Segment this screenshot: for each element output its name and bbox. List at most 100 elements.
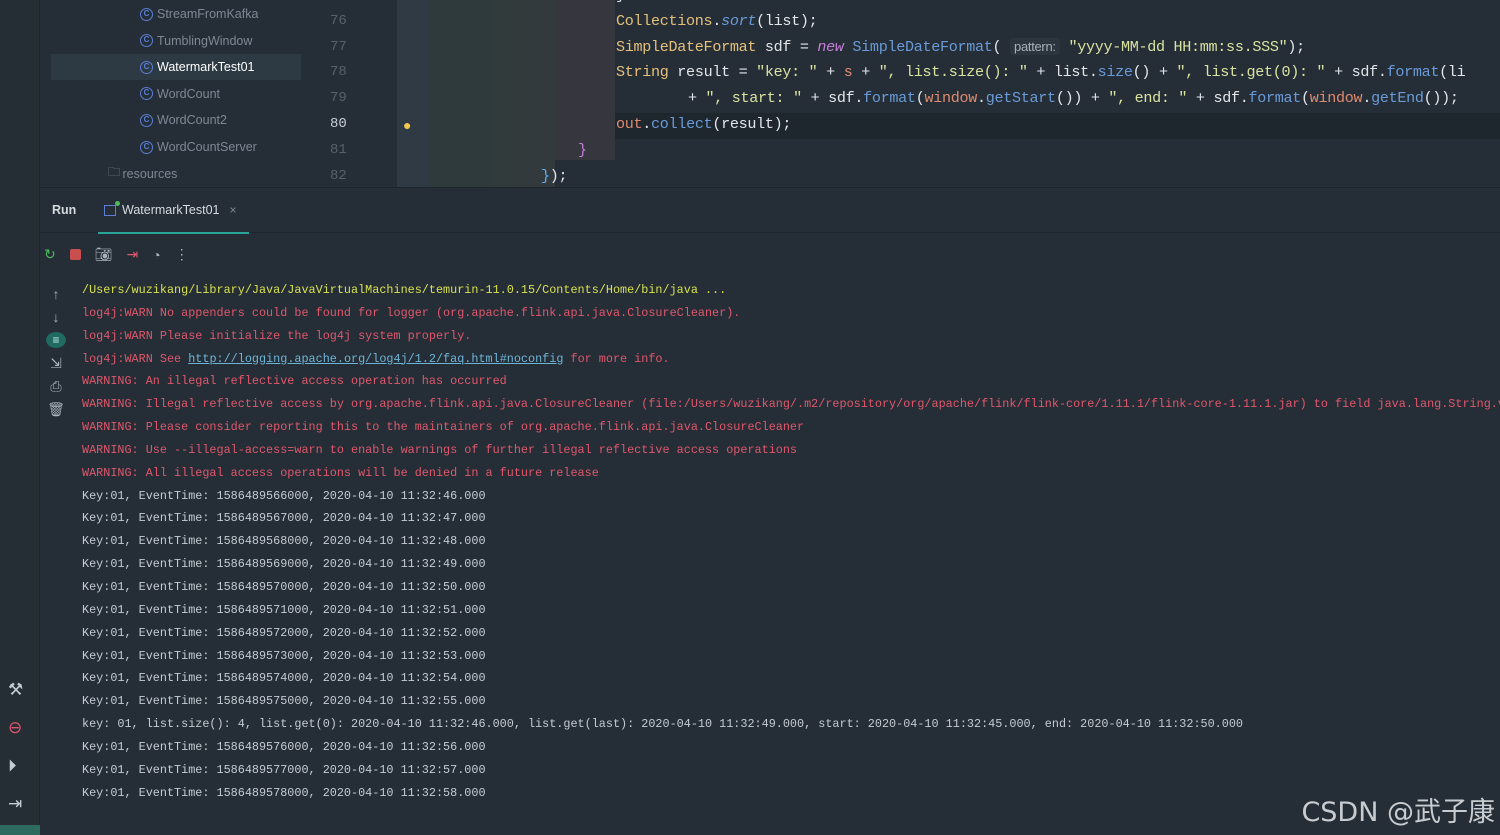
code-token: ", list.size(): " (878, 63, 1028, 82)
rerun-icon[interactable]: ↻ (44, 246, 56, 263)
code-token: } (541, 166, 550, 185)
code-token: (list); (756, 11, 818, 30)
run-tool-window-header: Run WatermarkTest01 × (40, 187, 1500, 234)
code-token: format (1386, 63, 1440, 82)
code-token: } (578, 140, 587, 159)
code-token: (li (1439, 63, 1466, 82)
code-token: . (1362, 89, 1372, 108)
code-token: ); (549, 166, 568, 185)
code-token: format (863, 89, 916, 108)
screenshot-camera-icon[interactable]: 📷︎ (95, 246, 113, 263)
code-editor[interactable]: }Collections.sort(list);SimpleDateFormat… (0, 0, 1500, 187)
console-text: Key:01, EventTime: 1586489568000, 2020-0… (82, 534, 486, 549)
code-token: out (616, 115, 643, 133)
console-text: Key:01, EventTime: 1586489576000, 2020-0… (82, 739, 486, 754)
code-token: String (616, 63, 669, 82)
console-line: Key:01, EventTime: 1586489569000, 2020-0… (82, 556, 1500, 579)
console-text: Key:01, EventTime: 1586489574000, 2020-0… (82, 671, 486, 686)
code-token: (result); (712, 115, 792, 133)
console-text: key: 01, list.size(): 4, list.get(0): 20… (82, 717, 1244, 732)
more-options-icon[interactable]: ⋮ (175, 246, 189, 263)
code-token: sort (721, 11, 757, 30)
console-text: WARNING: Use --illegal-access=warn to en… (82, 442, 798, 457)
console-line: key: 01, list.size(): 4, list.get(0): 20… (82, 716, 1500, 739)
code-line: String result = "key: " + s + ", list.si… (616, 63, 1466, 82)
soft-wrap-icon[interactable]: ≡ (46, 332, 66, 348)
services-run-icon[interactable]: ⏵ (8, 756, 23, 776)
console-text: WARNING: An illegal reflective access op… (82, 374, 507, 389)
console-line: WARNING: All illegal access operations w… (82, 465, 1500, 488)
console-text: Key:01, EventTime: 1586489578000, 2020-0… (82, 785, 486, 800)
code-token: SimpleDateFormat (852, 37, 993, 56)
console-line: Key:01, EventTime: 1586489577000, 2020-0… (82, 762, 1500, 785)
console-line: Key:01, EventTime: 1586489571000, 2020-0… (82, 602, 1500, 625)
console-text: Key:01, EventTime: 1586489573000, 2020-0… (82, 648, 486, 663)
scroll-down-icon[interactable]: ↓ (53, 309, 60, 325)
console-text: Key:01, EventTime: 1586489575000, 2020-0… (82, 694, 486, 709)
code-token: Collections (616, 11, 713, 30)
build-hammer-icon[interactable]: ⚒ (8, 680, 23, 700)
code-token: ( (1301, 89, 1310, 108)
tool-window-icons: ⚒ ⊖ ⏵ ⇥ (8, 680, 23, 814)
code-token: ", end: " (1108, 89, 1188, 108)
profiler-icon[interactable]: ⊖ (8, 718, 23, 738)
console-text: /Users/wuzikang/Library/Java/JavaVirtual… (82, 283, 727, 297)
git-commit-icon[interactable]: ⇥ (8, 794, 23, 814)
print-icon[interactable]: ⎙ (50, 378, 61, 394)
console-line: log4j:WARN See http://logging.apache.org… (82, 351, 1500, 374)
code-token: ()) + (1055, 89, 1109, 108)
console-link[interactable]: http://logging.apache.org/log4j/1.2/faq.… (188, 352, 563, 366)
code-token: window (924, 89, 977, 108)
code-token: + sdf. (1325, 63, 1387, 82)
console-line: WARNING: An illegal reflective access op… (82, 373, 1500, 396)
code-token: window (1309, 89, 1363, 108)
console-text: log4j:WARN See (82, 351, 189, 366)
scroll-up-icon[interactable]: ↑ (53, 286, 60, 302)
code-token: ( (992, 37, 1011, 56)
code-token: + (852, 63, 879, 82)
close-tab-icon[interactable]: × (229, 203, 236, 217)
console-text: Key:01, EventTime: 1586489569000, 2020-0… (82, 557, 486, 572)
code-line: Collections.sort(list); (616, 11, 818, 30)
console-text: Key:01, EventTime: 1586489577000, 2020-0… (82, 762, 486, 777)
exit-icon[interactable]: ⇥ (127, 246, 139, 263)
console-line: Key:01, EventTime: 1586489567000, 2020-0… (82, 510, 1500, 533)
code-line: SimpleDateFormat sdf = new SimpleDateFor… (616, 37, 1305, 56)
console-output[interactable]: /Users/wuzikang/Library/Java/JavaVirtual… (82, 282, 1500, 807)
console-line: Key:01, EventTime: 1586489572000, 2020-0… (82, 625, 1500, 648)
clear-trash-icon[interactable]: 🗑︎ (47, 401, 65, 417)
code-token: format (1248, 89, 1302, 108)
code-token: result = (668, 63, 757, 82)
console-text: Key:01, EventTime: 1586489571000, 2020-0… (82, 602, 486, 617)
code-token: () + (1132, 63, 1177, 82)
stop-icon[interactable] (69, 249, 81, 260)
console-line: Key:01, EventTime: 1586489576000, 2020-0… (82, 739, 1500, 762)
active-tool-indicator (0, 825, 40, 835)
console-text: Key:01, EventTime: 1586489572000, 2020-0… (82, 625, 486, 640)
code-token: + (688, 89, 706, 108)
code-line: out.collect(result); (616, 115, 791, 133)
code-token: "key: " (756, 63, 818, 82)
console-text: Key:01, EventTime: 1586489567000, 2020-0… (82, 511, 486, 526)
code-token: new (817, 37, 853, 56)
tab-label: WatermarkTest01 (122, 203, 220, 217)
console-line: Key:01, EventTime: 1586489578000, 2020-0… (82, 785, 1500, 808)
code-token: collect (651, 115, 713, 133)
code-line: + ", start: " + sdf.format(window.getSta… (688, 89, 1459, 107)
code-line: }); (541, 166, 568, 185)
code-line: } (578, 141, 587, 159)
coverage-gauge-icon[interactable]: ◔ (152, 247, 160, 263)
console-line: WARNING: Illegal reflective access by or… (82, 396, 1500, 419)
scroll-to-end-icon[interactable]: ⇲ (50, 355, 62, 371)
console-text: for more info. (563, 351, 670, 366)
tab-watermarktest01[interactable]: WatermarkTest01 × (98, 188, 249, 234)
code-token: . (642, 115, 652, 133)
code-token: getEnd (1371, 89, 1424, 108)
code-token: getStart (985, 89, 1056, 108)
code-token: . (712, 11, 722, 30)
console-side-toolbar: ↑ ↓ ≡ ⇲ ⎙ 🗑︎ (44, 286, 68, 417)
console-line: Key:01, EventTime: 1586489575000, 2020-0… (82, 693, 1500, 716)
watermark: CSDN @武子康 (1301, 797, 1495, 828)
code-token: . (977, 89, 986, 108)
console-text: WARNING: Illegal reflective access by or… (82, 397, 1500, 412)
